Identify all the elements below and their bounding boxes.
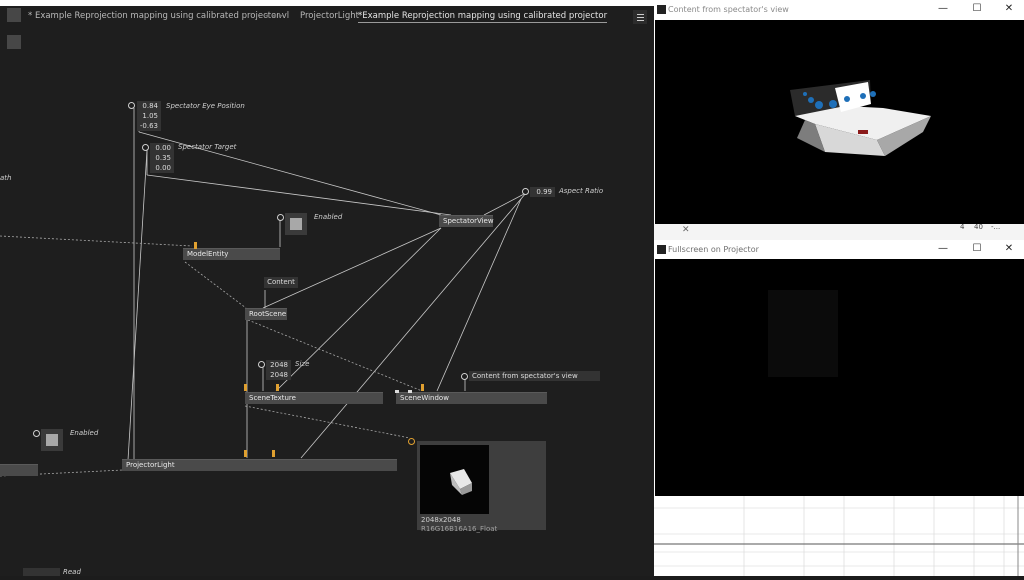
node-projector-light-label: ProjectorLight [126,461,175,469]
projector-render-window[interactable]: Fullscreen on Projector — ☐ ✕ [654,240,1024,496]
vl-patch-editor[interactable]: * Example Reprojection mapping using cal… [0,0,654,576]
projector-light-input-pin[interactable] [272,450,275,457]
aspect-ratio-value[interactable]: 0.99 [530,187,552,197]
texture-preview-graphic [450,469,472,495]
aspect-ratio-iobox[interactable]: 0.99 [530,187,555,197]
node-spectator-view[interactable]: SpectatorView [439,215,494,227]
enabled2-comment: Enabled [70,429,99,437]
close-button[interactable]: ✕ [1002,2,1016,16]
size-iobox[interactable]: 2048 2048 [266,360,291,380]
background-grid-pane [654,496,1024,576]
preview-format: R16G16B16A16_Float [421,525,498,533]
spectator-target-y[interactable]: 0.35 [150,153,171,163]
aspect-ratio-pin[interactable] [522,188,529,195]
enabled2-toggle[interactable] [41,429,63,451]
node-scene-window[interactable]: SceneWindow [396,392,547,404]
aspect-ratio-comment: Aspect Ratio [559,187,604,195]
texture-preview-image [420,445,489,514]
read-comment: Read [63,568,81,576]
projector-window-title: Fullscreen on Projector [668,245,759,254]
spectator-eye-z[interactable]: -0.63 [137,121,158,131]
node-scene-texture-label: SceneTexture [249,394,296,402]
cut-off-comment: ath [0,174,12,182]
spectator-target-x[interactable]: 0.00 [150,143,171,153]
node-model-entity[interactable]: ModelEntity [183,248,280,260]
enabled-pin[interactable] [277,214,284,221]
projector-light-input-pin[interactable] [244,450,247,457]
read-iobox[interactable] [23,568,60,576]
spectator-3d-render [790,80,931,156]
projector-content-rect [768,290,838,377]
window-title-pin[interactable] [461,373,468,380]
minimize-button[interactable]: — [936,242,950,256]
patch-links [0,108,527,477]
spectator-eye-comment: Spectator Eye Position [166,102,245,110]
spectator-target-comment: Spectator Target [178,143,237,151]
spectator-eye-pin[interactable] [128,102,135,109]
bottom-value-2: 40 [974,223,983,231]
size-width[interactable]: 2048 [266,360,288,370]
texture-preview: 2048x2048 R16G16B16A16_Float [417,441,546,533]
preview-pin[interactable] [408,438,415,445]
preview-resolution: 2048x2048 [421,516,461,524]
scene-window-pin[interactable] [395,390,399,393]
spectator-eye-x[interactable]: 0.84 [137,101,158,111]
spectator-window-title: Content from spectator's view [668,5,789,14]
spectator-eye-y[interactable]: 1.05 [137,111,158,121]
spectator-target-iobox[interactable]: 0.00 0.35 0.00 [150,143,174,173]
size-pin[interactable] [258,361,265,368]
node-root-scene-label: RootScene [249,310,287,318]
spectator-target-pin[interactable] [142,144,149,151]
spectator-window-bottom-strip: ✕ 4 40 -... [654,223,1024,240]
maximize-button[interactable]: ☐ [970,2,984,16]
scene-texture-input-pin[interactable] [276,384,279,391]
bottom-value-1: 4 [960,223,965,231]
scene-texture-input-pin[interactable] [244,384,247,391]
spectator-viewport[interactable] [655,20,1024,224]
content-iobox[interactable]: Content [264,277,298,288]
window-title-value[interactable]: Content from spectator's view [472,371,600,381]
spectator-render-window[interactable]: Content from spectator's view — ☐ ✕ ✕ 4 [654,0,1024,240]
toggle-square-icon [290,218,302,230]
maximize-button[interactable]: ☐ [970,242,984,256]
toggle-square-icon [46,434,58,446]
node-model-entity-label: ModelEntity [187,250,229,258]
node-cut-off-left[interactable] [0,464,38,476]
enabled-toggle[interactable] [285,213,307,235]
scene-window-input-pin[interactable] [421,384,424,391]
window-title-iobox[interactable]: Content from spectator's view [469,371,600,381]
node-projector-light[interactable]: ProjectorLight [122,459,397,471]
close-button[interactable]: ✕ [1002,242,1016,256]
projector-viewport[interactable] [655,259,1024,496]
size-comment: Size [295,360,310,368]
spectator-eye-iobox[interactable]: 0.84 1.05 -0.63 [137,101,161,131]
bottom-value-3: -... [991,223,1001,231]
content-label[interactable]: Content [264,277,298,287]
node-scene-window-label: SceneWindow [400,394,449,402]
window-app-icon [657,5,666,14]
node-spectator-view-label: SpectatorView [443,217,494,225]
spectator-target-z[interactable]: 0.00 [150,163,171,173]
window-app-icon [657,245,666,254]
node-root-scene[interactable]: RootScene [245,308,287,320]
enabled-comment: Enabled [314,213,343,221]
background-grid-lines [654,496,1024,576]
bottom-close-icon[interactable]: ✕ [682,225,690,235]
minimize-button[interactable]: — [936,2,950,16]
model-entity-input-pin[interactable] [194,242,197,249]
node-scene-texture[interactable]: SceneTexture [245,392,383,404]
scene-window-pin[interactable] [408,390,412,393]
size-height[interactable]: 2048 [266,370,288,380]
enabled2-pin[interactable] [33,430,40,437]
